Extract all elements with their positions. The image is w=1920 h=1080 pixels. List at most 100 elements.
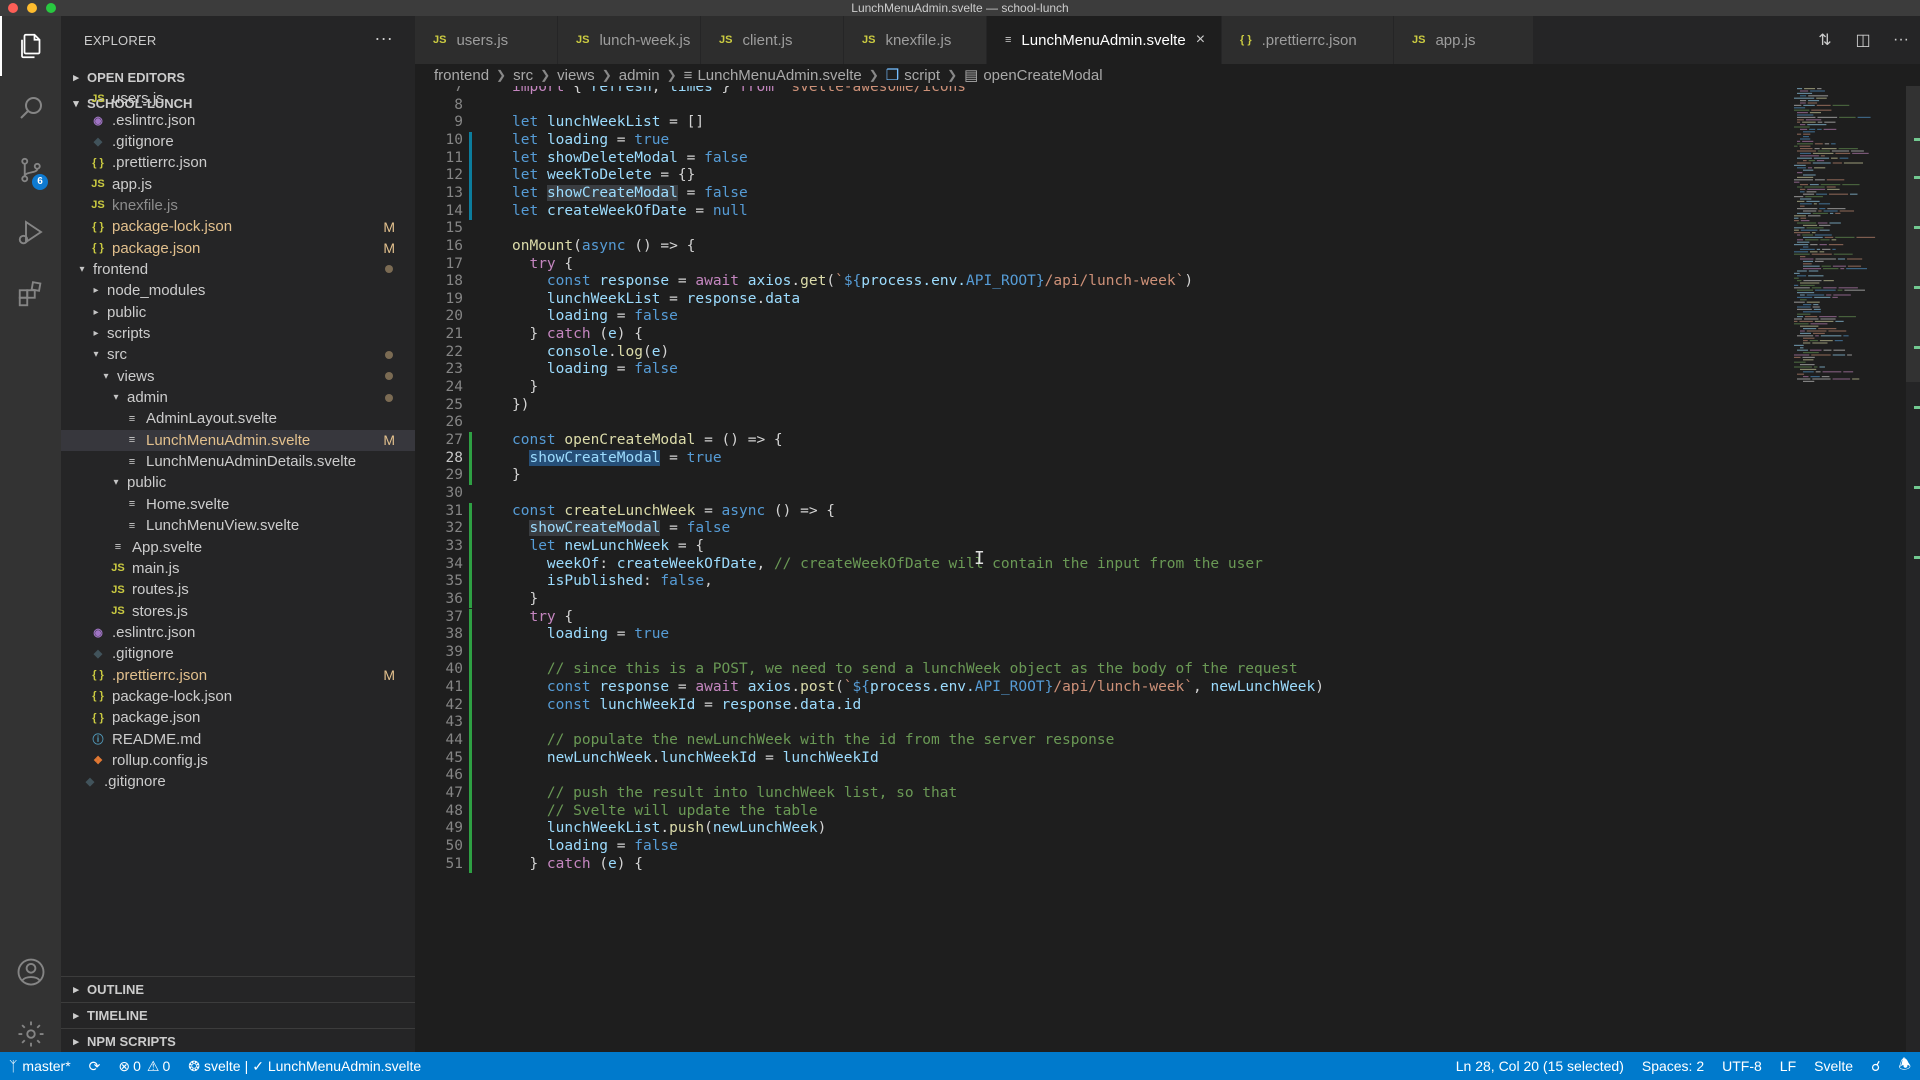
code-line[interactable]: 44 // populate the newLunchWeek with the… (415, 732, 1785, 750)
breadcrumb-item[interactable]: script (904, 67, 940, 84)
extensions-icon[interactable] (0, 264, 61, 324)
code-line[interactable]: 50 loading = false (415, 837, 1785, 856)
code-line[interactable]: 47 // push the result into lunchWeek lis… (415, 785, 1785, 803)
code-line[interactable]: 28 showCreateModal = true (415, 449, 1785, 468)
explorer-icon[interactable] (0, 16, 61, 76)
tree-file[interactable]: ≡ AdminLayout.svelte (61, 408, 415, 429)
code-line[interactable]: 9 let lunchWeekList = [] (415, 114, 1785, 132)
indentation[interactable]: Spaces: 2 (1633, 1058, 1713, 1074)
tree-file[interactable]: ◆ .gitignore (61, 643, 415, 664)
code-line[interactable]: 37 try { (415, 608, 1785, 627)
svelte-status[interactable]: ❂ svelte | ✓ LunchMenuAdmin.svelte (179, 1058, 430, 1075)
tree-file[interactable]: { } package-lock.json (61, 686, 415, 707)
tree-file[interactable]: ≡ Home.svelte (61, 494, 415, 515)
editor-tab[interactable]: { } .prettierrc.json (1222, 16, 1394, 64)
code-line[interactable]: 8 (415, 97, 1785, 115)
code-line[interactable]: 36 } (415, 590, 1785, 609)
code-line[interactable]: 10 let loading = true (415, 131, 1785, 150)
code-editor[interactable]: 7 import { refresh, times } from 'svelte-… (415, 86, 1920, 1052)
code-line[interactable]: 23 loading = false (415, 361, 1785, 379)
code-line[interactable]: 31 const createLunchWeek = async () => { (415, 502, 1785, 521)
close-tab-icon[interactable]: × (1196, 31, 1205, 49)
code-line[interactable]: 33 let newLunchWeek = { (415, 537, 1785, 556)
source-control-icon[interactable]: 6 (0, 140, 61, 200)
outline-section[interactable]: ▸ OUTLINE (61, 976, 415, 1002)
notifications-bell-icon[interactable]: 🕭 (1889, 1054, 1920, 1078)
tree-file[interactable]: { } .prettierrc.json M (61, 664, 415, 685)
tree-folder[interactable]: ▾ views (61, 366, 415, 387)
editor-tab[interactable]: JS client.js (701, 16, 844, 64)
code-line[interactable]: 24 } (415, 379, 1785, 397)
code-line[interactable]: 26 (415, 414, 1785, 432)
tree-file[interactable]: JS main.js (61, 558, 415, 579)
code-line[interactable]: 18 const response = await axios.get(`${p… (415, 273, 1785, 291)
tree-file[interactable]: ◉ .eslintrc.json (61, 622, 415, 643)
code-line[interactable]: 41 const response = await axios.post(`${… (415, 679, 1785, 697)
code-line[interactable]: 35 isPublished: false, (415, 573, 1785, 591)
tree-file[interactable]: ≡ LunchMenuAdminDetails.svelte (61, 451, 415, 472)
code-line[interactable]: 30 (415, 485, 1785, 503)
breadcrumb-item[interactable]: views (557, 67, 595, 84)
code-line[interactable]: 12 let weekToDelete = {} (415, 167, 1785, 185)
code-line[interactable]: 14 let createWeekOfDate = null (415, 202, 1785, 221)
run-debug-icon[interactable] (0, 202, 61, 262)
tree-file[interactable]: ≡ LunchMenuAdmin.svelte M (61, 429, 415, 451)
editor-tab[interactable]: JS app.js (1394, 16, 1534, 64)
code-line[interactable]: 51 } catch (e) { (415, 855, 1785, 874)
tree-file[interactable]: ❖ rollup.config.js (61, 750, 415, 771)
code-line[interactable]: 46 (415, 767, 1785, 785)
tree-file[interactable]: ≡ LunchMenuView.svelte (61, 515, 415, 536)
tree-file[interactable]: ⓘ README.md (61, 729, 415, 750)
tree-file[interactable]: JS users.js (61, 88, 415, 109)
code-line[interactable]: 45 newLunchWeek.lunchWeekId = lunchWeekI… (415, 749, 1785, 768)
tree-folder[interactable]: ▸ public (61, 302, 415, 323)
code-line[interactable]: 42 const lunchWeekId = response.data.id (415, 696, 1785, 715)
open-editors-section[interactable]: ▸ OPEN EDITORS (61, 64, 415, 90)
tree-file[interactable]: ◉ .eslintrc.json (61, 109, 415, 130)
editor-tab[interactable]: ≡ LunchMenuAdmin.svelte × (987, 16, 1222, 64)
code-line[interactable]: 25}) (415, 397, 1785, 415)
language-mode[interactable]: Svelte (1805, 1058, 1862, 1074)
code-line[interactable]: 16 onMount(async () => { (415, 238, 1785, 256)
tree-file[interactable]: ◆ .gitignore (61, 771, 415, 792)
editor-tab[interactable]: JS users.js (415, 16, 558, 64)
more-actions-icon[interactable]: ··· (374, 28, 393, 49)
code-line[interactable]: 27 const openCreateModal = () => { (415, 432, 1785, 450)
tree-folder[interactable]: ▾ src (61, 344, 415, 365)
tree-file[interactable]: JS stores.js (61, 600, 415, 621)
tree-file[interactable]: ≡ App.svelte (61, 536, 415, 557)
accounts-icon[interactable] (0, 942, 61, 1002)
npm-scripts-section[interactable]: ▸ NPM SCRIPTS (61, 1028, 415, 1052)
cursor-position[interactable]: Ln 28, Col 20 (15 selected) (1447, 1058, 1633, 1074)
code-line[interactable]: 39 (415, 643, 1785, 662)
split-editor-icon[interactable]: ◫ (1844, 30, 1882, 50)
code-line[interactable]: 19 lunchWeekList = response.data (415, 291, 1785, 309)
code-line[interactable]: 22 console.log(e) (415, 344, 1785, 362)
code-line[interactable]: 34 weekOf: createWeekOfDate, // createWe… (415, 555, 1785, 574)
end-of-line[interactable]: LF (1771, 1058, 1805, 1074)
open-changes-icon[interactable]: ⇅ (1806, 30, 1844, 50)
code-line[interactable]: 7 import { refresh, times } from 'svelte-… (415, 86, 1785, 97)
tree-file[interactable]: JS knexfile.js (61, 195, 415, 216)
code-line[interactable]: 21 } catch (e) { (415, 326, 1785, 344)
code-line[interactable]: 43 (415, 714, 1785, 733)
editor-tab[interactable]: JS knexfile.js (844, 16, 987, 64)
tree-folder[interactable]: ▾ frontend (61, 259, 415, 280)
tree-folder[interactable]: ▸ scripts (61, 323, 415, 344)
sync-button[interactable]: ⟳ (80, 1058, 110, 1075)
code-line[interactable]: 13 let showCreateModal = false (415, 184, 1785, 203)
tree-file[interactable]: JS routes.js (61, 579, 415, 600)
live-share-icon[interactable]: ☌ (1862, 1058, 1889, 1075)
breadcrumb-item[interactable]: src (513, 67, 533, 84)
tree-file[interactable]: { } package.json M (61, 237, 415, 258)
timeline-section[interactable]: ▸ TIMELINE (61, 1002, 415, 1028)
breadcrumb-item[interactable]: LunchMenuAdmin.svelte (697, 67, 861, 84)
more-actions-icon[interactable]: ··· (1882, 31, 1920, 49)
code-line[interactable]: 49 lunchWeekList.push(newLunchWeek) (415, 820, 1785, 838)
scrollbar-thumb[interactable] (1906, 86, 1920, 382)
branch-indicator[interactable]: ᛉ master* (0, 1058, 80, 1074)
code-line[interactable]: 40 // since this is a POST, we need to s… (415, 661, 1785, 680)
breadcrumb-item[interactable]: openCreateModal (983, 67, 1102, 84)
minimap[interactable] (1792, 86, 1902, 386)
code-line[interactable]: 29} (415, 467, 1785, 485)
